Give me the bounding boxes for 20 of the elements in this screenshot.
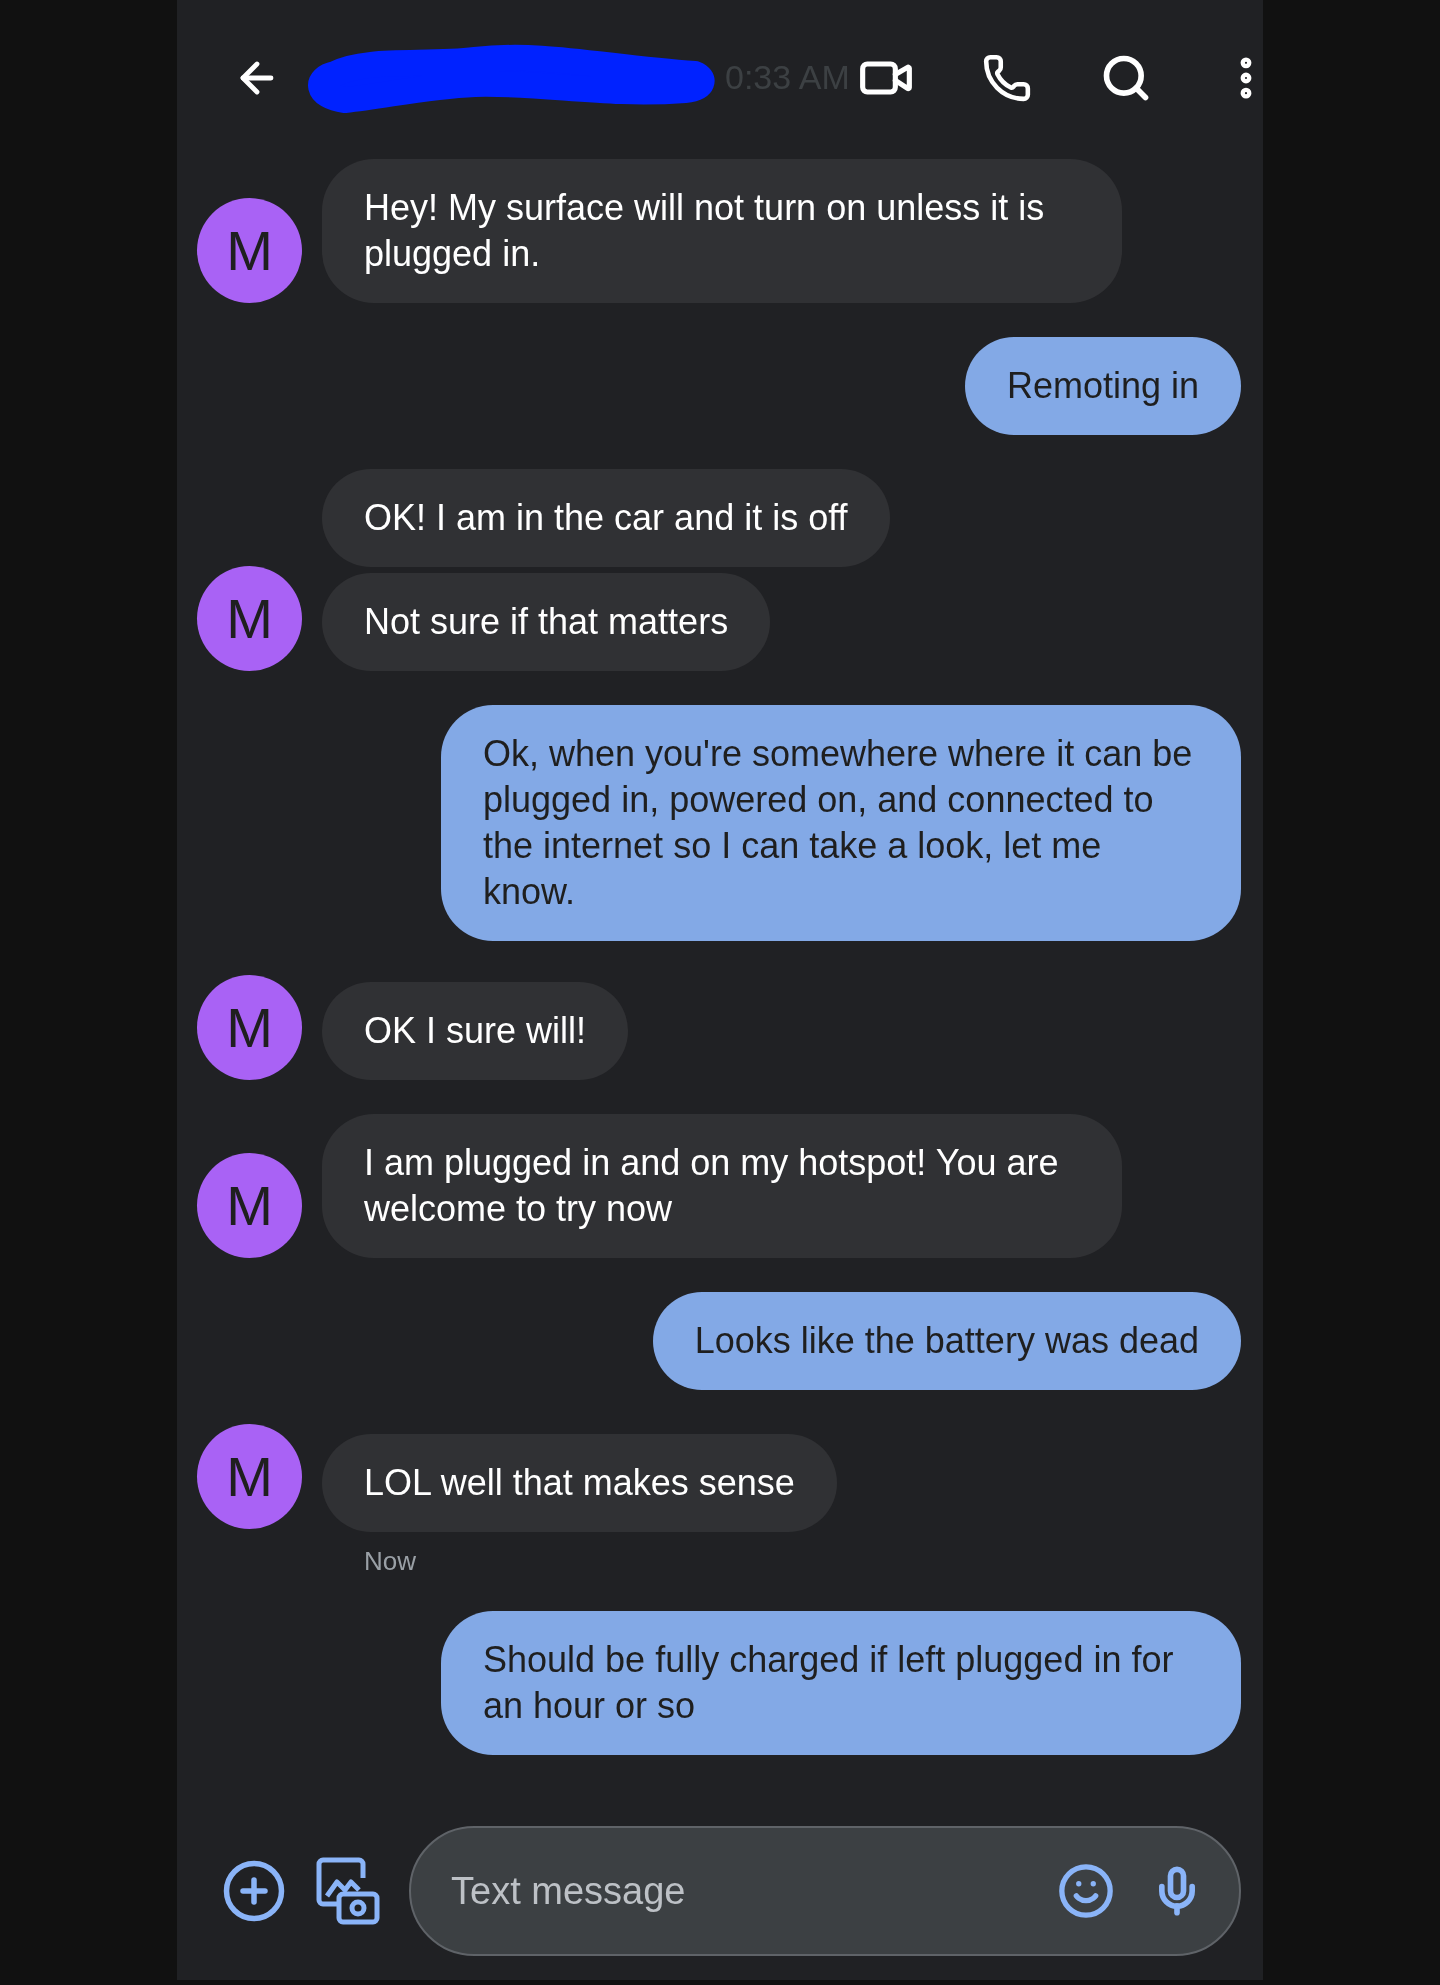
contact-avatar[interactable]: M [197,1153,302,1258]
contact-avatar[interactable]: M [197,566,302,671]
emoji-icon[interactable] [1057,1862,1115,1920]
received-message: Not sure if that matters [322,573,771,671]
phone-icon[interactable] [981,52,1032,103]
sent-message: Ok, when you're somewhere where it can be plugged in, powered on, and connected to the internet so I can take a look, let me know. [441,705,1241,941]
received-message: I am plugged in and on my hotspot! You are welcome to try now [322,1114,1122,1258]
received-message: OK I sure will! [322,982,629,1080]
sent-message: Looks like the battery was dead [652,1292,1241,1390]
contact-avatar[interactable]: M [197,975,302,1080]
contact-avatar[interactable]: M [197,1424,302,1529]
sent-message: Should be fully charged if left plugged in for an hour or so [441,1611,1241,1755]
received-message: LOL well that makes sense [322,1434,837,1532]
sent-message: Remoting in [964,337,1241,435]
received-message: OK! I am in the car and it is off [322,469,890,567]
contact-avatar[interactable]: M [197,198,302,303]
gallery-camera-icon[interactable] [315,1856,381,1926]
add-icon[interactable] [221,1858,287,1924]
received-message: Hey! My surface will not turn on unless it is plugged in. [322,159,1122,303]
message-timestamp: Now [364,1546,416,1577]
